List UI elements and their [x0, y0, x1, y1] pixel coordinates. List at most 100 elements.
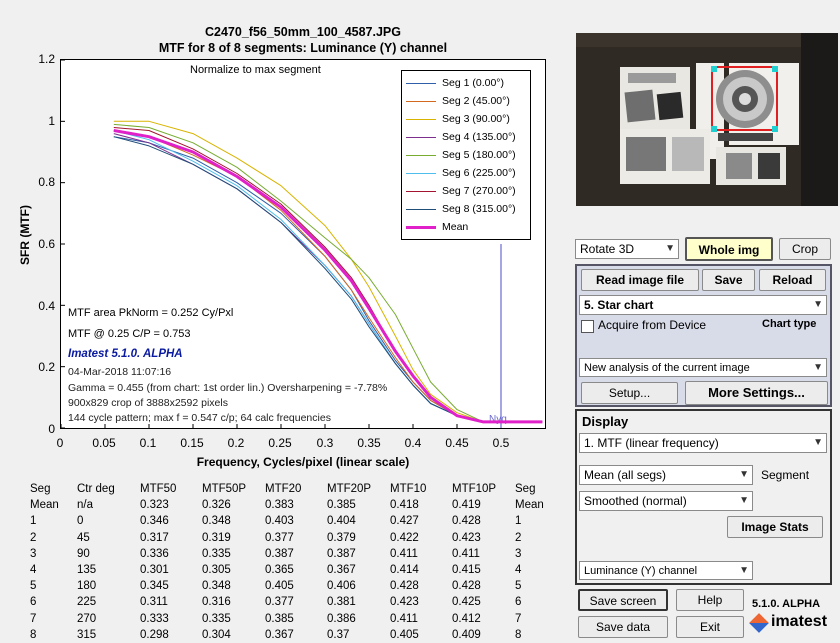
imatest-logo-icon [749, 613, 769, 633]
y-tick: 0 [48, 422, 55, 436]
save-button[interactable]: Save [702, 269, 755, 291]
legend-label: Seg 8 (315.00°) [442, 203, 516, 215]
table-cell: 0.403 [265, 515, 294, 528]
display-label: Display [582, 414, 629, 429]
table-cell: 0.336 [140, 547, 169, 560]
help-button[interactable]: Help [676, 589, 744, 611]
read-image-button[interactable]: Read image file [581, 269, 699, 291]
table-cell: 0.387 [327, 547, 356, 560]
table-cell: 7 [30, 612, 37, 625]
save-data-button[interactable]: Save data [578, 616, 668, 638]
table-cell: 0.406 [327, 580, 356, 593]
y-tick: 0.6 [38, 237, 55, 251]
chevron-down-icon: ▼ [665, 243, 675, 254]
table-row: Mean n/a 0.323 0.326 0.383 0.385 0.418 0.419 Mea… [30, 497, 555, 513]
table-cell: 2 [30, 531, 37, 544]
table-cell: 0.333 [140, 612, 169, 625]
table-cell: 8 [515, 628, 522, 641]
table-cell: 6 [515, 596, 522, 609]
date-text: 04-Mar-2018 11:07:16 [68, 366, 172, 378]
legend-label: Seg 5 (180.00°) [442, 149, 516, 161]
legend-label: Mean [442, 221, 469, 233]
table-cell: 0.425 [452, 596, 481, 609]
smoothing-select[interactable]: Smoothed (normal) ▼ [579, 491, 753, 511]
brand-text: imatest [771, 613, 828, 630]
table-header-cell: Ctr deg [77, 483, 115, 496]
legend-swatch [406, 119, 436, 120]
save-screen-button[interactable]: Save screen [578, 589, 668, 611]
chart-thumbnail[interactable] [576, 33, 838, 206]
mtf-at-text: MTF @ 0.25 C/P = 0.753 [68, 328, 191, 340]
x-tick: 0.25 [268, 436, 292, 450]
setup-button[interactable]: Setup... [581, 382, 678, 404]
rotate-select[interactable]: Rotate 3D ▼ [575, 239, 679, 259]
channel-select[interactable]: Luminance (Y) channel ▼ [579, 561, 753, 580]
table-cell: 0.323 [140, 499, 169, 512]
x-tick: 0 [56, 436, 64, 450]
table-cell: 0.405 [390, 628, 419, 641]
whole-img-button[interactable]: Whole img [685, 237, 773, 261]
table-row: 5 180 0.345 0.348 0.405 0.406 0.428 0.428 5 [30, 578, 555, 594]
table-cell: 0.411 [390, 547, 418, 560]
x-axis-label: Frequency, Cycles/pixel (linear scale) [196, 455, 410, 469]
y-axis-label: SFR (MTF) [18, 205, 32, 265]
table-cell: 0.335 [202, 612, 231, 625]
legend-label: Seg 4 (135.00°) [442, 131, 516, 143]
legend-label: Seg 3 (90.00°) [442, 113, 510, 125]
table-cell: 0.385 [265, 612, 294, 625]
table-cell: 8 [30, 628, 37, 641]
table-cell: 5 [30, 580, 37, 593]
table-cell: 0.422 [390, 531, 419, 544]
table-cell: n/a [77, 499, 93, 512]
segment-label: Segment [761, 468, 810, 482]
normalize-note: Normalize to max segment [190, 64, 321, 76]
chart-select-value: 5. Star chart [584, 298, 654, 312]
table-cell: 0.367 [327, 564, 356, 577]
analysis-select[interactable]: New analysis of the current image ▼ [579, 358, 827, 377]
chart-select[interactable]: 5. Star chart ▼ [579, 295, 827, 315]
table-cell: 4 [30, 564, 37, 577]
image-stats-button[interactable]: Image Stats [727, 516, 823, 538]
table-cell: 4 [515, 564, 522, 577]
legend-swatch [406, 173, 436, 174]
table-row: 6 225 0.311 0.316 0.377 0.381 0.423 0.425 6 [30, 594, 555, 610]
table-cell: 0.415 [452, 564, 481, 577]
table-cell: 0.409 [452, 628, 481, 641]
table-cell: 0.414 [390, 564, 419, 577]
table-cell: 0.419 [452, 499, 481, 512]
table-header-cell: MTF50 [140, 483, 177, 496]
chevron-down-icon: ▼ [813, 362, 823, 373]
exit-button[interactable]: Exit [676, 616, 744, 638]
table-cell: 180 [77, 580, 97, 593]
table-cell: 0.311 [140, 596, 168, 609]
table-cell: 0.428 [390, 580, 419, 593]
table-cell: 0.365 [265, 564, 294, 577]
table-cell: 0.418 [390, 499, 419, 512]
table-cell: 0.305 [202, 564, 231, 577]
table-cell: 0.367 [265, 628, 294, 641]
legend-swatch [406, 209, 436, 210]
table-cell: 1 [30, 515, 37, 528]
table-cell: 0.348 [202, 515, 231, 528]
reload-button[interactable]: Reload [759, 269, 826, 291]
legend-item: Seg 7 (270.00°) [402, 185, 530, 199]
more-settings-button[interactable]: More Settings... [685, 381, 828, 405]
table-cell: 0.345 [140, 580, 169, 593]
table-cell: 0.428 [452, 580, 481, 593]
table-cell: 135 [77, 564, 97, 577]
crop-button[interactable]: Crop [779, 238, 831, 260]
legend-swatch [406, 155, 436, 156]
display-select[interactable]: 1. MTF (linear frequency) ▼ [579, 433, 827, 453]
chart-subtitle: MTF for 8 of 8 segments: Luminance (Y) c… [158, 41, 448, 55]
y-tick: 1.2 [38, 52, 55, 66]
table-cell: 3 [30, 547, 37, 560]
x-tick: 0.2 [227, 436, 245, 450]
segment-select[interactable]: Mean (all segs) ▼ [579, 465, 753, 485]
table-cell: 0.37 [327, 628, 350, 641]
table-cell: 0.316 [202, 596, 231, 609]
table-row: 4 135 0.301 0.305 0.365 0.367 0.414 0.415 4 [30, 562, 555, 578]
table-cell: 0.335 [202, 547, 231, 560]
acquire-checkbox[interactable] [581, 320, 594, 333]
table-header-cell: Seg [515, 483, 536, 496]
legend-label: Seg 1 (0.00°) [442, 77, 504, 89]
